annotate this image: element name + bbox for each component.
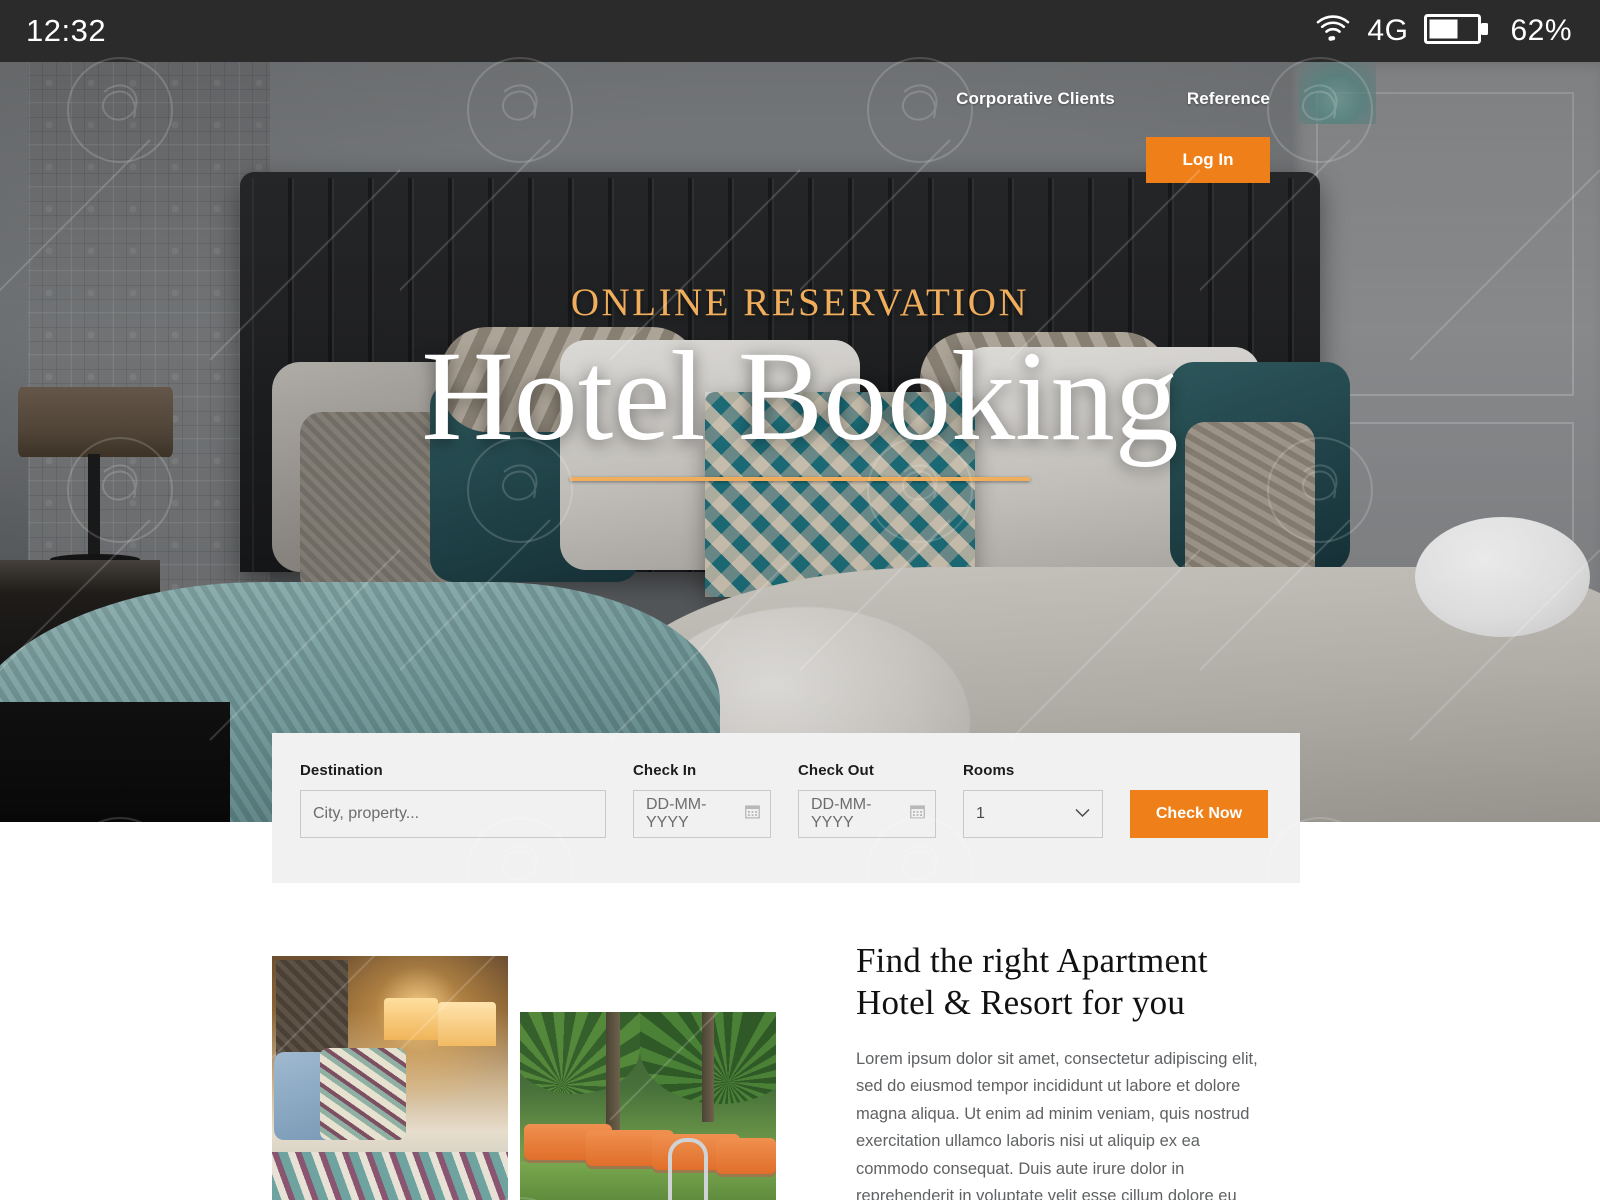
login-button[interactable]: Log In [1146, 137, 1270, 183]
section-paragraph: Lorem ipsum dolor sit amet, consectetur … [856, 1050, 1258, 1200]
decor-trunk [702, 1012, 714, 1122]
decor-rug [272, 1152, 508, 1200]
check-out-input[interactable]: DD-MM-YYYY [798, 790, 936, 838]
hero-title: Hotel Booking [421, 325, 1179, 467]
check-in-field-group: Check In DD-MM-YYYY [633, 762, 771, 838]
page-root: 12:32 4G 62% Corporative Clients Referen… [0, 0, 1600, 1200]
check-out-placeholder: DD-MM-YYYY [811, 796, 872, 831]
main-navigation: Corporative Clients Reference [956, 77, 1270, 121]
hotel-room-photo [272, 956, 508, 1200]
status-bar-clock: 12:32 [26, 13, 107, 48]
destination-placeholder: City, property... [313, 805, 420, 822]
decor-lamp [438, 1002, 496, 1046]
status-bar-indicators: 4G 62% [1315, 12, 1572, 51]
calendar-icon[interactable] [910, 804, 925, 824]
check-out-label: Check Out [798, 762, 874, 779]
decor-trunk [606, 1012, 620, 1130]
check-out-field-group: Check Out DD-MM-YYYY [798, 762, 936, 838]
decor-lamp [384, 998, 438, 1040]
network-type-label: 4G [1367, 14, 1409, 47]
calendar-icon[interactable] [745, 804, 760, 824]
destination-field-group: Destination City, property... [300, 762, 606, 838]
nav-link-reference[interactable]: Reference [1187, 77, 1270, 121]
status-bar: 12:32 4G 62% [0, 0, 1600, 62]
booking-search-panel: Destination City, property... Check In D… [272, 733, 1300, 883]
chevron-down-icon[interactable] [1075, 805, 1090, 823]
check-in-input[interactable]: DD-MM-YYYY [633, 790, 771, 838]
check-now-button[interactable]: Check Now [1130, 790, 1268, 838]
destination-label: Destination [300, 762, 383, 779]
rooms-field-group: Rooms 1 [963, 762, 1103, 838]
decor-pool-rail [668, 1138, 708, 1200]
check-in-placeholder: DD-MM-YYYY [646, 796, 707, 831]
wifi-icon [1315, 14, 1351, 48]
battery-icon [1424, 12, 1490, 51]
hero-text-block: ONLINE RESERVATION Hotel Booking [0, 280, 1600, 481]
check-in-label: Check In [633, 762, 697, 779]
decor-lounger [716, 1138, 776, 1174]
content-text-column: Find the right Apartment Hotel & Resort … [856, 940, 1274, 1200]
rooms-label: Rooms [963, 762, 1015, 779]
decor-palm [520, 1012, 640, 1094]
destination-input[interactable]: City, property... [300, 790, 606, 838]
section-heading: Find the right Apartment Hotel & Resort … [856, 941, 1208, 1022]
hero-divider-rule [570, 476, 1030, 481]
rooms-select[interactable]: 1 [963, 790, 1103, 838]
nav-link-corporative-clients[interactable]: Corporative Clients [956, 77, 1115, 121]
poolside-loungers-photo [520, 1012, 776, 1200]
rooms-selected-value: 1 [976, 805, 985, 822]
battery-percent-label: 62% [1510, 14, 1572, 47]
decor-floral-pillow [320, 1048, 406, 1140]
hero-eyebrow: ONLINE RESERVATION [570, 281, 1030, 324]
